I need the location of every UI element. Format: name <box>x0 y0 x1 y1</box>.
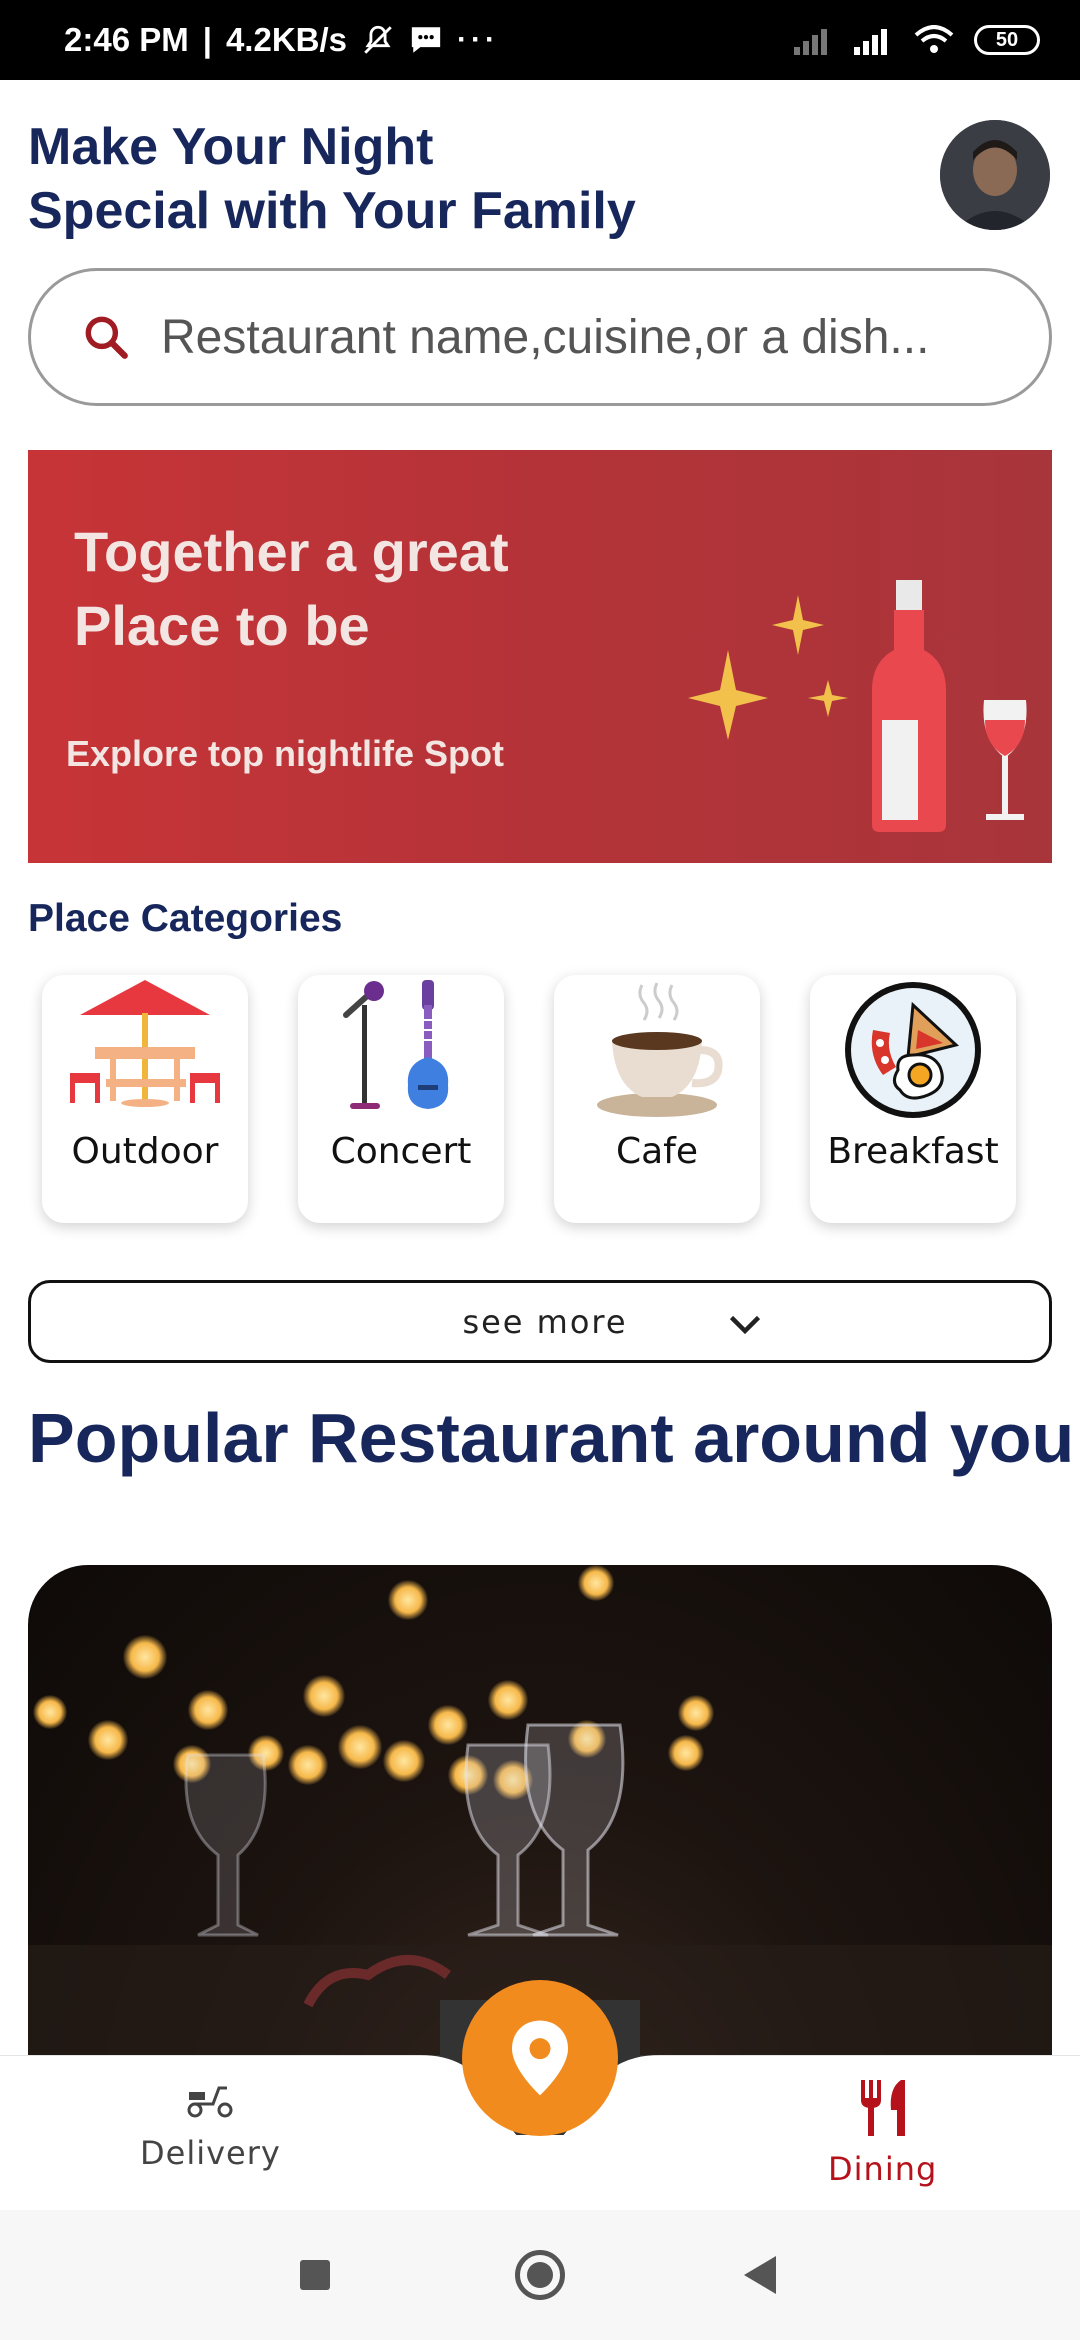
mute-icon <box>364 25 392 54</box>
wine-bottle-icon <box>688 580 1027 832</box>
microphone-guitar-icon <box>343 980 449 1109</box>
network-speed: 4.2KB/s <box>225 21 348 58</box>
app-screen: 2:46 PM | 4.2KB/s ··· 50 Make Your Night… <box>0 0 1080 2340</box>
search-input[interactable] <box>161 309 1041 365</box>
outdoor-table-icon <box>70 980 220 1107</box>
see-more-label: see more <box>462 1302 628 1341</box>
banner-title: Together a great Place to be <box>74 520 509 657</box>
category-label: Breakfast <box>827 1131 999 1172</box>
avatar[interactable] <box>940 120 1050 230</box>
banner-subtitle: Explore top nightlife Spot <box>66 733 504 774</box>
coffee-cup-icon <box>597 982 723 1117</box>
category-cafe[interactable]: Cafe <box>554 975 760 1223</box>
user-avatar-icon <box>940 120 1050 230</box>
wifi-icon <box>914 25 954 53</box>
fork-knife-icon <box>860 2080 905 2136</box>
scooter-icon <box>187 2086 233 2118</box>
category-label: Cafe <box>615 1131 699 1172</box>
location-button[interactable] <box>462 1980 618 2136</box>
categories-heading: Place Categories <box>28 897 343 940</box>
home-icon[interactable] <box>515 2250 565 2300</box>
more-icon: ··· <box>457 23 499 56</box>
battery-level: 50 <box>995 28 1019 51</box>
category-outdoor[interactable]: Outdoor <box>42 975 248 1223</box>
status-time: 2:46 PM <box>64 21 189 58</box>
search-icon <box>85 316 128 359</box>
popular-heading: Popular Restaurant around you <box>28 1399 1075 1477</box>
category-list: Outdoor Concert Cafe Breakfast <box>42 975 1016 1223</box>
search-bar[interactable] <box>28 268 1052 406</box>
breakfast-plate-icon <box>845 982 981 1118</box>
system-nav-bar <box>0 2210 1080 2340</box>
message-icon <box>411 27 441 53</box>
page-title: Make Your Night Special with Your Family <box>28 115 788 243</box>
nav-delivery-label: Delivery <box>140 2134 281 2172</box>
see-more-button[interactable]: see more <box>28 1280 1052 1363</box>
promo-banner[interactable]: Together a great Place to be Explore top… <box>28 450 1052 863</box>
location-pin-icon <box>512 2020 568 2096</box>
battery-icon: 50 <box>974 25 1040 55</box>
category-concert[interactable]: Concert <box>298 975 504 1223</box>
nav-delivery[interactable]: Delivery <box>140 2080 281 2172</box>
signal-icon <box>854 29 887 55</box>
status-bar: 2:46 PM | 4.2KB/s ··· 50 <box>0 0 1080 80</box>
signal-icon <box>794 29 827 55</box>
chevron-down-icon <box>729 1315 761 1335</box>
nav-dining-label: Dining <box>828 2150 938 2188</box>
category-breakfast[interactable]: Breakfast <box>810 975 1016 1223</box>
recents-icon[interactable] <box>300 2260 330 2290</box>
category-label: Concert <box>330 1131 472 1172</box>
title-line-1: Make Your Night <box>28 118 434 176</box>
back-icon[interactable] <box>744 2256 776 2294</box>
title-line-2: Special with Your Family <box>28 182 636 240</box>
nav-dining[interactable]: Dining <box>828 2080 937 2188</box>
category-label: Outdoor <box>71 1131 219 1172</box>
